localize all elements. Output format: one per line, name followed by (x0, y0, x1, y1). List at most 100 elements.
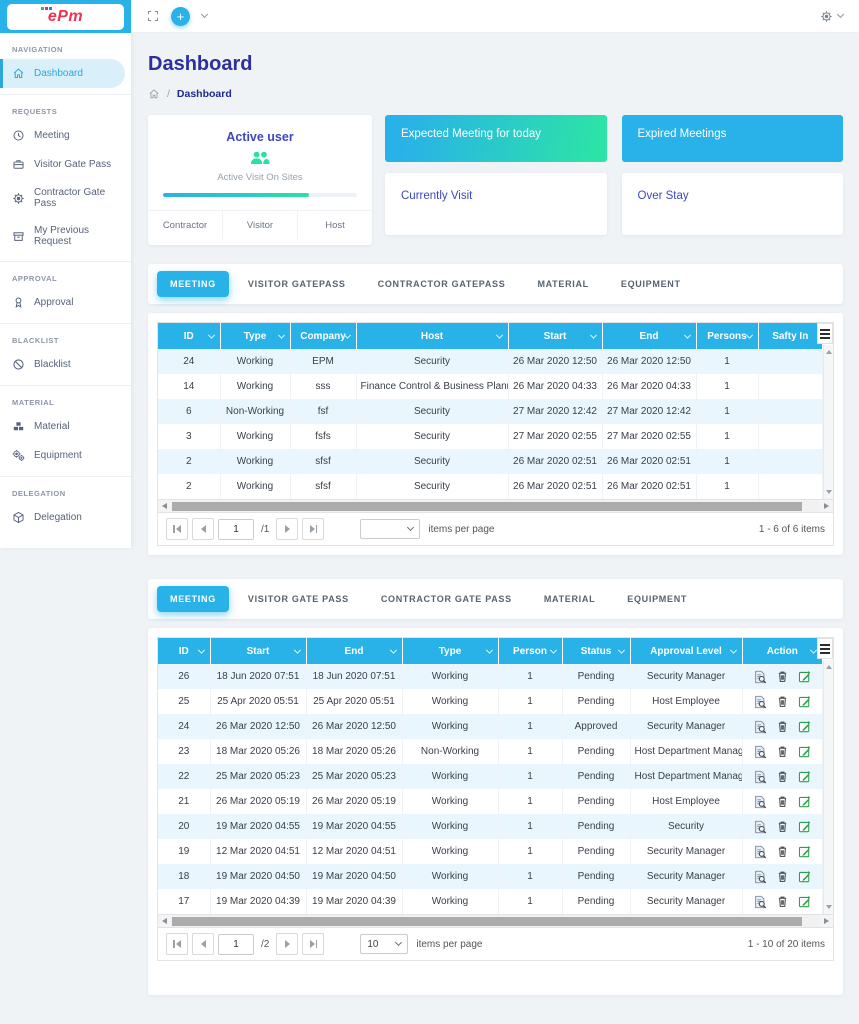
scroll-right-icon[interactable] (820, 500, 833, 512)
edit-icon[interactable] (798, 770, 811, 783)
col-header-approval-level[interactable]: Approval Level (630, 638, 742, 664)
table-row[interactable]: 2019 Mar 2020 04:5519 Mar 2020 04:55Work… (158, 814, 823, 839)
table-row[interactable]: 2525 Apr 2020 05:5125 Apr 2020 05:51Work… (158, 689, 823, 714)
vertical-scrollbar[interactable] (823, 660, 833, 914)
view-icon[interactable] (753, 845, 767, 859)
column-menu-button[interactable] (817, 323, 833, 344)
items-per-page-select[interactable] (360, 519, 420, 539)
card-expired-meetings[interactable]: Expired Meetings (622, 115, 844, 162)
view-icon[interactable] (753, 720, 767, 734)
table-row[interactable]: 2618 Jun 2020 07:5118 Jun 2020 07:51Work… (158, 664, 823, 689)
legend-host[interactable]: Host (297, 211, 372, 239)
delete-icon[interactable] (776, 695, 789, 708)
edit-icon[interactable] (798, 845, 811, 858)
breadcrumb-current[interactable]: Dashboard (177, 88, 232, 100)
table-row[interactable]: 24WorkingEPMSecurity26 Mar 2020 12:5026 … (158, 349, 823, 374)
edit-icon[interactable] (798, 795, 811, 808)
next-page-button[interactable] (276, 518, 298, 540)
scroll-down-icon[interactable] (826, 905, 832, 909)
col-header-type[interactable]: Type (402, 638, 498, 664)
sidebar-item-approval[interactable]: Approval (0, 288, 131, 317)
tab-visitor-gate-pass[interactable]: VISITOR GATE PASS (235, 586, 362, 612)
table-row[interactable]: 2225 Mar 2020 05:2325 Mar 2020 05:23Work… (158, 764, 823, 789)
sidebar-item-my-previous-request[interactable]: My Previous Request (0, 217, 131, 255)
table-row[interactable]: 14WorkingsssFinance Control & Business P… (158, 374, 823, 399)
next-page-button[interactable] (276, 933, 298, 955)
edit-icon[interactable] (798, 820, 811, 833)
settings-gear-icon[interactable] (820, 10, 833, 23)
sidebar-item-dashboard[interactable]: Dashboard (0, 59, 125, 88)
col-header-start[interactable]: Start (508, 323, 602, 349)
delete-icon[interactable] (776, 670, 789, 683)
delete-icon[interactable] (776, 895, 789, 908)
scroll-up-icon[interactable] (826, 350, 832, 354)
app-logo[interactable]: ePm (7, 4, 124, 30)
col-header-host[interactable]: Host (356, 323, 508, 349)
sidebar-item-contractor-gate-pass[interactable]: Contractor Gate Pass (0, 179, 131, 217)
table-row[interactable]: 2126 Mar 2020 05:1926 Mar 2020 05:19Work… (158, 789, 823, 814)
scrollbar-thumb[interactable] (172, 502, 802, 511)
tab-meeting[interactable]: MEETING (157, 586, 229, 612)
first-page-button[interactable] (166, 518, 188, 540)
tab-material[interactable]: MATERIAL (531, 586, 608, 612)
add-button[interactable]: + (171, 7, 190, 26)
sidebar-item-meeting[interactable]: Meeting (0, 121, 131, 150)
scroll-down-icon[interactable] (826, 490, 832, 494)
col-header-id[interactable]: ID (158, 638, 210, 664)
table-row[interactable]: 2WorkingsfsfSecurity26 Mar 2020 02:5126 … (158, 474, 823, 499)
delete-icon[interactable] (776, 820, 789, 833)
view-icon[interactable] (753, 695, 767, 709)
delete-icon[interactable] (776, 795, 789, 808)
edit-icon[interactable] (798, 870, 811, 883)
edit-icon[interactable] (798, 895, 811, 908)
col-header-safty-in[interactable]: Safty In (758, 323, 823, 349)
prev-page-button[interactable] (192, 933, 214, 955)
home-icon[interactable] (148, 88, 160, 100)
horizontal-scrollbar[interactable] (158, 914, 833, 927)
table-row[interactable]: 2426 Mar 2020 12:5026 Mar 2020 12:50Work… (158, 714, 823, 739)
col-header-action[interactable]: Action (742, 638, 823, 664)
scroll-left-icon[interactable] (158, 915, 171, 927)
scroll-left-icon[interactable] (158, 500, 171, 512)
column-menu-button[interactable] (817, 638, 833, 659)
chevron-down-icon[interactable] (837, 11, 844, 18)
view-icon[interactable] (753, 870, 767, 884)
col-header-end[interactable]: End (306, 638, 402, 664)
delete-icon[interactable] (776, 745, 789, 758)
view-icon[interactable] (753, 820, 767, 834)
delete-icon[interactable] (776, 845, 789, 858)
chevron-down-icon[interactable] (201, 11, 208, 18)
view-icon[interactable] (753, 795, 767, 809)
delete-icon[interactable] (776, 770, 789, 783)
tab-material[interactable]: MATERIAL (524, 271, 601, 297)
first-page-button[interactable] (166, 933, 188, 955)
col-header-start[interactable]: Start (210, 638, 306, 664)
tab-equipment[interactable]: EQUIPMENT (608, 271, 694, 297)
horizontal-scrollbar[interactable] (158, 499, 833, 512)
tab-equipment[interactable]: EQUIPMENT (614, 586, 700, 612)
tab-visitor-gatepass[interactable]: VISITOR GATEPASS (235, 271, 359, 297)
edit-icon[interactable] (798, 720, 811, 733)
delete-icon[interactable] (776, 870, 789, 883)
tab-contractor-gate-pass[interactable]: CONTRACTOR GATE PASS (368, 586, 525, 612)
col-header-id[interactable]: ID (158, 323, 220, 349)
table-row[interactable]: 3WorkingfsfsSecurity27 Mar 2020 02:5527 … (158, 424, 823, 449)
col-header-persons[interactable]: Persons (696, 323, 758, 349)
scroll-up-icon[interactable] (826, 665, 832, 669)
edit-icon[interactable] (798, 670, 811, 683)
legend-visitor[interactable]: Visitor (222, 211, 297, 239)
table-row[interactable]: 1819 Mar 2020 04:5019 Mar 2020 04:50Work… (158, 864, 823, 889)
card-currently-visit[interactable]: Currently Visit (385, 173, 607, 235)
edit-icon[interactable] (798, 695, 811, 708)
view-icon[interactable] (753, 770, 767, 784)
sidebar-item-material[interactable]: Material (0, 412, 131, 441)
tab-contractor-gatepass[interactable]: CONTRACTOR GATEPASS (365, 271, 519, 297)
fullscreen-icon[interactable] (147, 10, 159, 22)
vertical-scrollbar[interactable] (823, 345, 833, 499)
col-header-status[interactable]: Status (562, 638, 630, 664)
tab-meeting[interactable]: MEETING (157, 271, 229, 297)
table-row[interactable]: 2318 Mar 2020 05:2618 Mar 2020 05:26Non-… (158, 739, 823, 764)
edit-icon[interactable] (798, 745, 811, 758)
col-header-company[interactable]: Company (290, 323, 356, 349)
table-row[interactable]: 6Non-WorkingfsfSecurity27 Mar 2020 12:42… (158, 399, 823, 424)
